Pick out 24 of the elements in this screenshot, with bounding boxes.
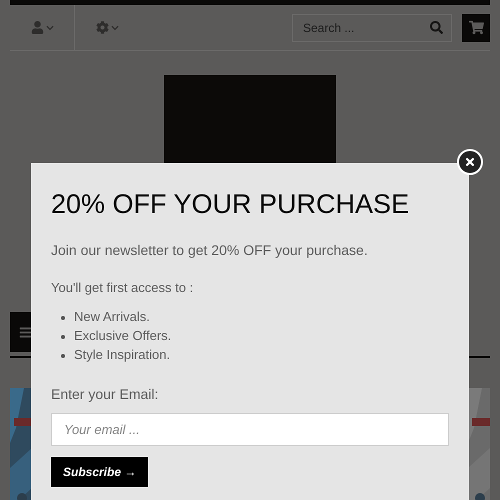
- search-field[interactable]: Search ...: [292, 14, 452, 42]
- cart-icon: [468, 20, 484, 35]
- bullet-icon: [61, 354, 65, 358]
- subscribe-button[interactable]: Subscribe →: [51, 457, 148, 487]
- search-icon[interactable]: [430, 20, 443, 34]
- intro-text: Join our newsletter to get 20% OFF your purchase.: [51, 242, 369, 258]
- cart-button[interactable]: [462, 14, 490, 42]
- chevron-icon: [46, 24, 54, 32]
- lead-text: You'll get first access to :: [51, 280, 194, 295]
- bullet-icon: [61, 316, 65, 320]
- benefit-text: Exclusive Offers.: [74, 328, 172, 343]
- close-button[interactable]: [457, 149, 483, 175]
- email-label: Enter your Email:: [51, 386, 160, 402]
- benefit-text: New Arrivals.: [74, 309, 150, 324]
- chevron-icon: [110, 24, 118, 32]
- popup-title: 20% OFF YOUR PURCHASE: [51, 189, 410, 220]
- benefit-text: Style Inspiration.: [74, 347, 170, 362]
- email-field[interactable]: Your email ...: [51, 413, 449, 446]
- settings-icon: [96, 21, 108, 34]
- close-icon: [464, 156, 476, 168]
- menu-icon: [19, 326, 32, 338]
- menu-button[interactable]: [10, 312, 32, 352]
- bullet-icon: [61, 334, 65, 338]
- user-icon: [30, 21, 44, 34]
